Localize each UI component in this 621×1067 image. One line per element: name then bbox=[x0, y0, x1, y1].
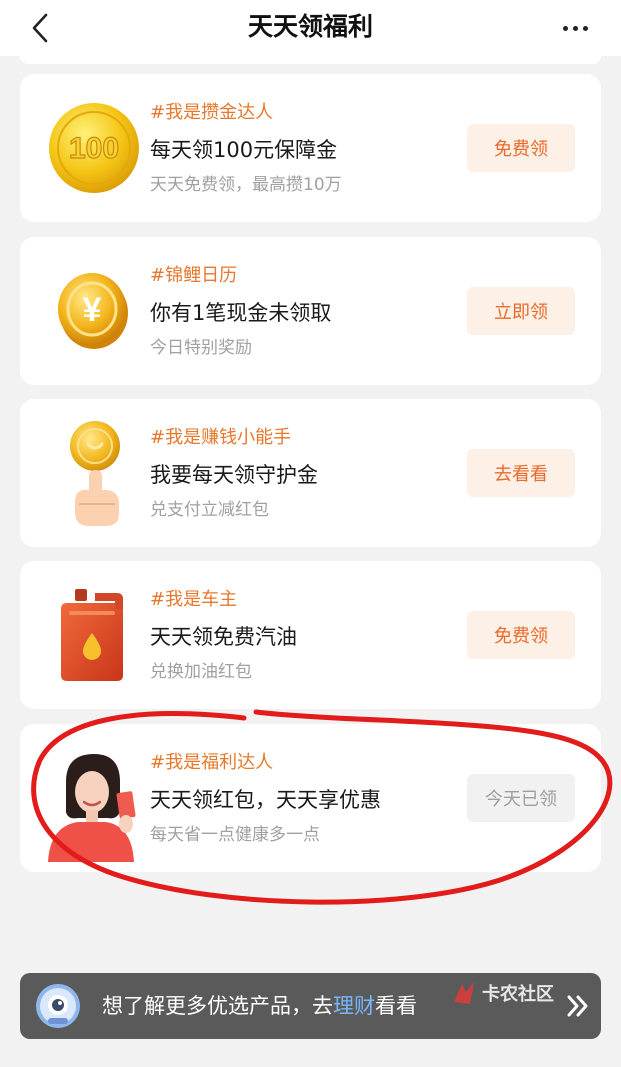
card-title: 天天领红包，天天享优惠 bbox=[150, 788, 381, 812]
card-tag: #我是攒金达人 bbox=[150, 102, 274, 123]
claim-free-button[interactable]: 免费领 bbox=[467, 124, 575, 172]
more-dots-icon bbox=[562, 25, 568, 31]
previous-card-edge bbox=[20, 56, 601, 64]
coin-on-finger-icon bbox=[34, 413, 154, 533]
wealth-link[interactable]: 理财 bbox=[333, 994, 375, 1018]
more-button[interactable] bbox=[557, 14, 593, 42]
double-chevron-right-icon[interactable] bbox=[565, 989, 591, 1023]
benefit-card-koi-calendar[interactable]: ¥ #锦鲤日历 你有1笔现金未领取 今日特别奖励 立即领 bbox=[20, 237, 601, 385]
benefit-card-red-envelope[interactable]: #我是福利达人 天天领红包，天天享优惠 每天省一点健康多一点 今天已领 bbox=[20, 724, 601, 872]
card-tag: #我是车主 bbox=[150, 589, 238, 610]
banner-text: 想了解更多优选产品，去理财看看 bbox=[102, 994, 417, 1018]
card-subtitle: 天天免费领，最高攒10万 bbox=[150, 175, 342, 195]
svg-text:100: 100 bbox=[69, 132, 119, 165]
woman-with-red-envelope-icon bbox=[34, 742, 154, 862]
watermark-logo-icon bbox=[454, 982, 474, 1004]
go-see-button[interactable]: 去看看 bbox=[467, 449, 575, 497]
card-subtitle: 今日特别奖励 bbox=[150, 338, 252, 358]
card-title: 你有1笔现金未领取 bbox=[150, 301, 332, 325]
navigation-bar: 天天领福利 bbox=[0, 0, 621, 56]
claimed-today-button[interactable]: 今天已领 bbox=[467, 774, 575, 822]
watermark: 卡农社区 bbox=[450, 978, 554, 1008]
card-title: 天天领免费汽油 bbox=[150, 625, 297, 649]
card-tag: #我是福利达人 bbox=[150, 752, 274, 773]
card-tag: #锦鲤日历 bbox=[150, 265, 238, 286]
card-tag: #我是赚钱小能手 bbox=[150, 427, 292, 448]
claim-free-button[interactable]: 免费领 bbox=[467, 611, 575, 659]
card-subtitle: 每天省一点健康多一点 bbox=[150, 825, 320, 845]
card-subtitle: 兑支付立减红包 bbox=[150, 500, 269, 520]
yuan-coin-icon: ¥ bbox=[34, 251, 154, 371]
fuel-can-icon bbox=[34, 575, 154, 695]
robot-assistant-icon bbox=[36, 984, 80, 1028]
gold-coin-100-icon: 100 bbox=[34, 88, 154, 208]
watermark-text: 卡农社区 bbox=[482, 984, 554, 1005]
card-subtitle: 兑换加油红包 bbox=[150, 662, 252, 682]
benefit-card-free-fuel[interactable]: #我是车主 天天领免费汽油 兑换加油红包 免费领 bbox=[20, 561, 601, 709]
claim-now-button[interactable]: 立即领 bbox=[467, 287, 575, 335]
benefit-card-gold-savings[interactable]: 100 #我是攒金达人 每天领100元保障金 天天免费领，最高攒10万 免费领 bbox=[20, 74, 601, 222]
benefit-card-guard-money[interactable]: #我是赚钱小能手 我要每天领守护金 兑支付立减红包 去看看 bbox=[20, 399, 601, 547]
card-title: 我要每天领守护金 bbox=[150, 463, 318, 487]
card-title: 每天领100元保障金 bbox=[150, 138, 338, 162]
svg-text:¥: ¥ bbox=[83, 291, 102, 329]
page-title: 天天领福利 bbox=[247, 12, 373, 41]
